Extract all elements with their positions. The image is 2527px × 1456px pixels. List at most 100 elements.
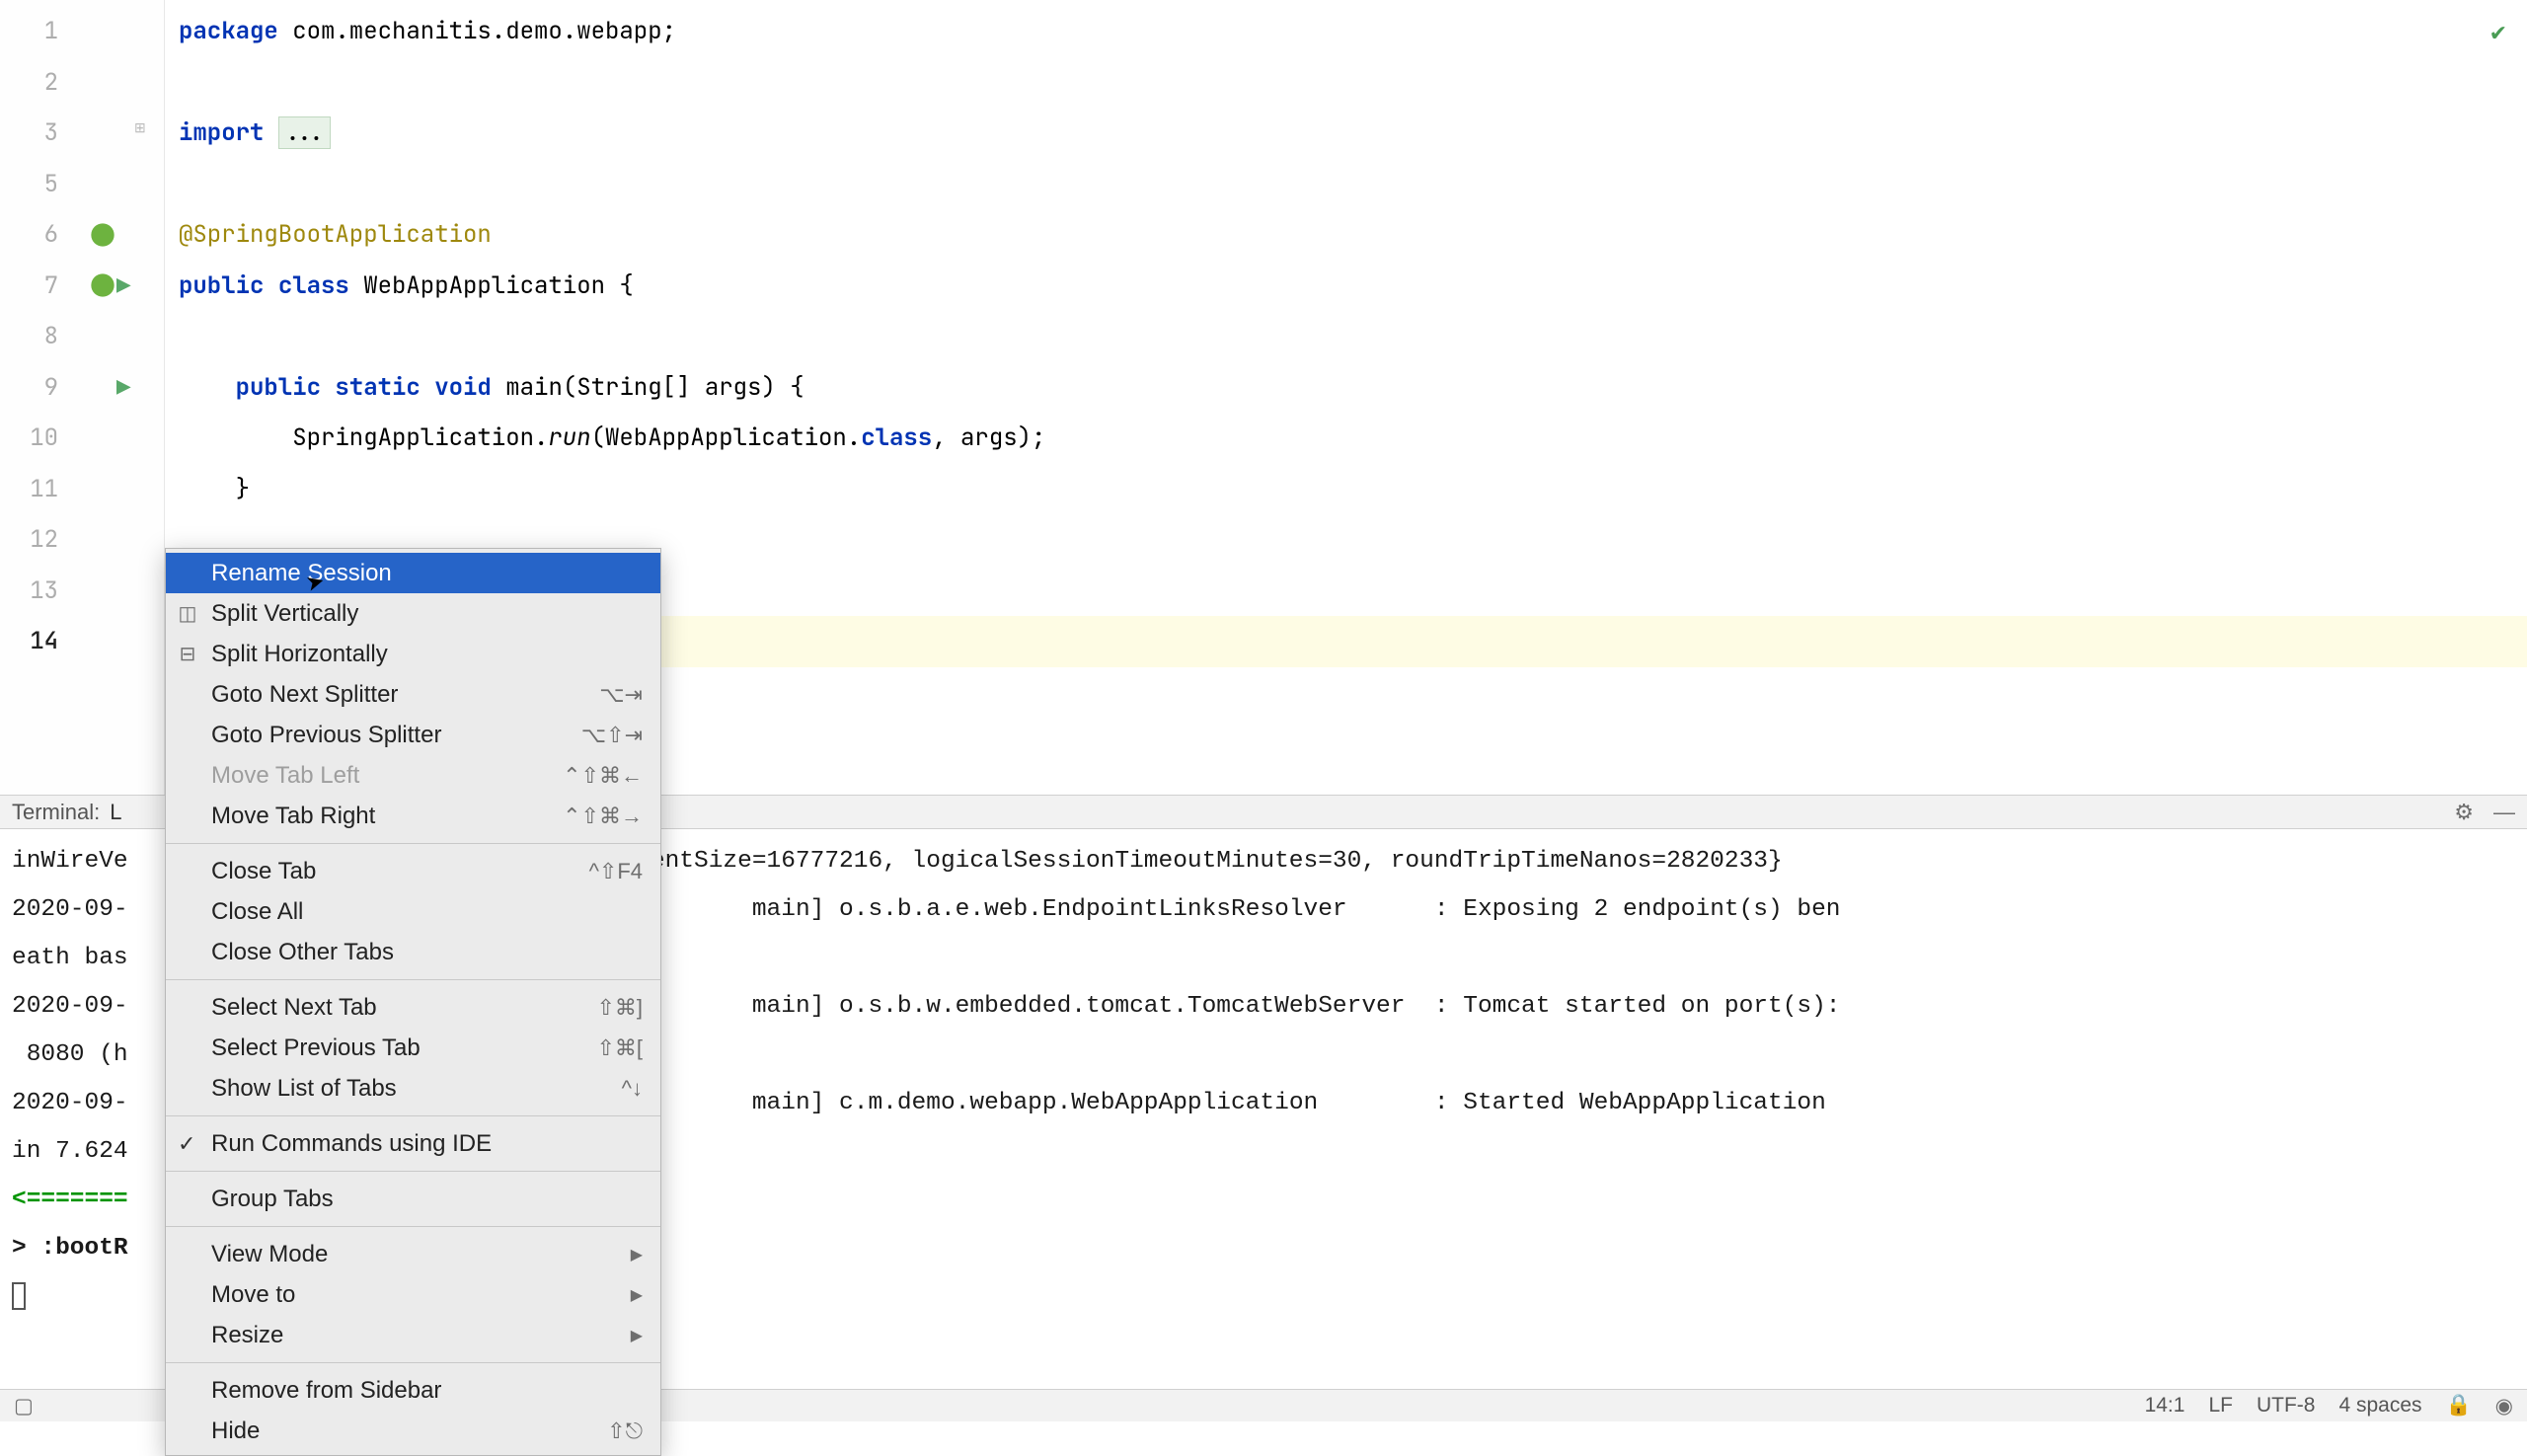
- menu-select-prev-tab[interactable]: Select Previous Tab⇧⌘[: [166, 1028, 660, 1068]
- gutter-line-14[interactable]: 14: [0, 616, 164, 667]
- chevron-right-icon: ▶: [631, 1285, 643, 1305]
- terminal-line: 6 --- [ main] c.m.demo.webapp.WebAppAppl…: [491, 1090, 1840, 1116]
- menu-run-commands-using-ide[interactable]: ✓Run Commands using IDE: [166, 1123, 660, 1164]
- spring-icon[interactable]: [89, 271, 116, 299]
- menu-shortcut: ^⇧F4: [589, 859, 643, 884]
- menu-label: Split Horizontally: [211, 641, 388, 668]
- gutter-line-1[interactable]: 1: [0, 6, 164, 57]
- menu-show-list-of-tabs[interactable]: Show List of Tabs^↓: [166, 1068, 660, 1109]
- tool-windows-icon[interactable]: ▢: [14, 1394, 34, 1418]
- menu-view-mode[interactable]: View Mode▶: [166, 1234, 660, 1274]
- menu-label: Group Tabs: [211, 1186, 334, 1213]
- menu-resize[interactable]: Resize ▶: [166, 1315, 660, 1355]
- menu-shortcut: ⇧⎋: [607, 1418, 643, 1444]
- indent-setting[interactable]: 4 spaces: [2338, 1394, 2421, 1418]
- menu-goto-prev-splitter[interactable]: Goto Previous Splitter ⌥⇧⇥: [166, 715, 660, 755]
- terminal-line: 2020-09-: [12, 1090, 128, 1116]
- gutter-line-6[interactable]: 6: [0, 209, 164, 261]
- annotation: @SpringBootApplication: [179, 219, 492, 250]
- menu-label: Resize: [211, 1322, 283, 1349]
- minimize-icon[interactable]: —: [2493, 800, 2515, 825]
- menu-hide[interactable]: Hide⇧⎋: [166, 1411, 660, 1451]
- gutter: 1 2 3 ⊞ 5 6 7 ▶ 8 9 ▶ 10 11 12 13 14: [0, 0, 165, 795]
- line-number: 9: [44, 372, 58, 403]
- settings-icon[interactable]: ⚙: [2454, 800, 2474, 825]
- line-number: 2: [44, 67, 58, 98]
- line-number: 10: [30, 422, 58, 453]
- line-number: 12: [30, 524, 58, 555]
- menu-separator: [166, 1362, 660, 1363]
- terminal-tab-partial[interactable]: L: [110, 800, 121, 825]
- menu-label: Goto Previous Splitter: [211, 722, 441, 749]
- menu-shortcut: ⌥⇧⇥: [581, 723, 643, 748]
- run-icon[interactable]: ▶: [116, 271, 144, 299]
- code-text: }: [165, 464, 2527, 515]
- menu-shortcut: ⌃⇧⌘→: [563, 804, 643, 829]
- gutter-line-9[interactable]: 9 ▶: [0, 362, 164, 414]
- terminal-line: 8080 (h: [12, 1041, 128, 1068]
- menu-select-next-tab[interactable]: Select Next Tab⇧⌘]: [166, 987, 660, 1028]
- menu-label: Close Other Tabs: [211, 939, 394, 966]
- file-encoding[interactable]: UTF-8: [2257, 1394, 2316, 1418]
- menu-close-other-tabs[interactable]: Close Other Tabs: [166, 932, 660, 972]
- menu-group-tabs[interactable]: Group Tabs: [166, 1179, 660, 1219]
- line-ending[interactable]: LF: [2208, 1394, 2233, 1418]
- line-number: 11: [30, 474, 58, 504]
- inspection-ok-icon[interactable]: ✔: [2489, 8, 2507, 59]
- line-number: 13: [30, 575, 58, 606]
- chevron-right-icon: ▶: [631, 1326, 643, 1345]
- menu-label: Split Vertically: [211, 600, 358, 628]
- menu-label: Remove from Sidebar: [211, 1377, 441, 1405]
- menu-label: Rename Session: [211, 560, 392, 587]
- line-number: 6: [44, 219, 58, 250]
- package-name: com.mechanitis.demo.webapp;: [278, 16, 676, 46]
- menu-move-tab-right[interactable]: Move Tab Right⌃⇧⌘→: [166, 796, 660, 836]
- menu-shortcut: ⌥⇥: [599, 682, 643, 708]
- menu-move-to[interactable]: Move to▶: [166, 1274, 660, 1315]
- menu-shortcut: ⇧⌘]: [596, 995, 643, 1021]
- chevron-right-icon: ▶: [631, 1245, 643, 1264]
- terminal-line: 2020-09-: [12, 993, 128, 1020]
- gutter-line-11[interactable]: 11: [0, 464, 164, 515]
- import-fold[interactable]: ...: [278, 116, 331, 149]
- gutter-line-3[interactable]: 3 ⊞: [0, 108, 164, 159]
- menu-separator: [166, 843, 660, 844]
- keyword: class: [861, 422, 932, 453]
- class-decl: WebAppApplication {: [349, 270, 634, 301]
- line-number: 3: [44, 117, 58, 148]
- spring-icon[interactable]: [89, 221, 116, 249]
- menu-separator: [166, 1115, 660, 1116]
- menu-close-all[interactable]: Close All: [166, 891, 660, 932]
- split-vertical-icon: ◫: [176, 601, 199, 626]
- menu-split-horizontally[interactable]: ⊟Split Horizontally: [166, 634, 660, 674]
- gutter-line-10[interactable]: 10: [0, 413, 164, 464]
- gutter-line-13[interactable]: 13: [0, 566, 164, 617]
- line-number: 1: [44, 16, 58, 46]
- lock-icon[interactable]: 🔒: [2446, 1394, 2472, 1418]
- menu-label: Select Previous Tab: [211, 1035, 421, 1062]
- menu-rename-session[interactable]: Rename Session: [166, 553, 660, 593]
- menu-move-tab-left: Move Tab Left⌃⇧⌘←: [166, 755, 660, 796]
- gutter-line-12[interactable]: 12: [0, 514, 164, 566]
- gutter-line-7[interactable]: 7 ▶: [0, 261, 164, 312]
- menu-separator: [166, 979, 660, 980]
- inspection-profile-icon[interactable]: ◉: [2495, 1394, 2513, 1418]
- keyword: void: [434, 372, 492, 403]
- line-number: 5: [44, 169, 58, 199]
- menu-split-vertically[interactable]: ◫ Split Vertically: [166, 593, 660, 634]
- menu-close-tab[interactable]: Close Tab^⇧F4: [166, 851, 660, 891]
- terminal-line: eath bas: [12, 945, 128, 971]
- terminal-context-menu: Rename Session ◫ Split Vertically ⊟Split …: [165, 548, 661, 1456]
- gutter-line-8[interactable]: 8: [0, 311, 164, 362]
- run-icon[interactable]: ▶: [116, 373, 144, 401]
- gutter-line-5[interactable]: 5: [0, 159, 164, 210]
- terminal-task: :bootR: [40, 1235, 127, 1262]
- caret-position[interactable]: 14:1: [2145, 1394, 2185, 1418]
- menu-remove-from-sidebar[interactable]: Remove from Sidebar: [166, 1370, 660, 1411]
- gutter-line-2[interactable]: 2: [0, 57, 164, 109]
- menu-label: Goto Next Splitter: [211, 681, 398, 709]
- menu-goto-next-splitter[interactable]: Goto Next Splitter ⌥⇥: [166, 674, 660, 715]
- menu-separator: [166, 1226, 660, 1227]
- keyword: public: [179, 270, 264, 301]
- fold-icon[interactable]: ⊞: [134, 119, 162, 147]
